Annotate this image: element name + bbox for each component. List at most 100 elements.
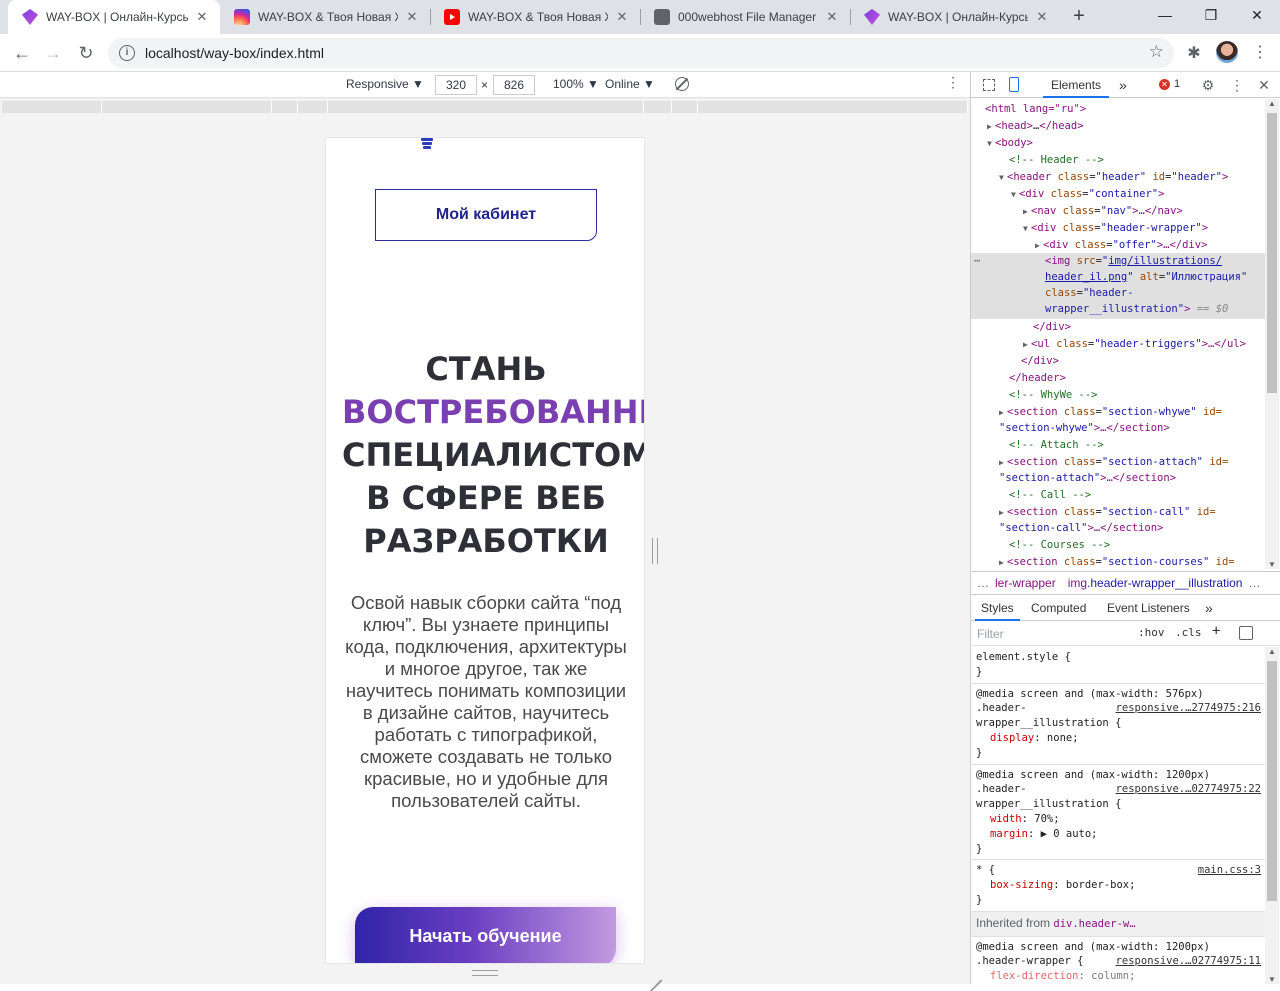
styles-filter-input[interactable]: Filter — [975, 625, 1127, 643]
dom-node[interactable]: ▼ <div class="header-wrapper"> — [971, 220, 1267, 238]
breadcrumb-item[interactable]: ler-wrapper — [995, 576, 1056, 590]
dom-node[interactable]: ▶ <section class="section-courses" id= — [971, 554, 1267, 569]
responsive-dropdown[interactable]: Responsive ▼ — [346, 77, 424, 91]
ruler-segment[interactable] — [102, 101, 272, 113]
tab-elements[interactable]: Elements — [1043, 72, 1110, 98]
more-options-icon[interactable]: ⋮ — [946, 74, 960, 91]
close-icon[interactable]: ✕ — [1034, 9, 1050, 25]
dom-node[interactable]: ▼ <header class="header" id="header"> — [971, 169, 1267, 187]
style-source-link[interactable]: responsive.…02774975:11 — [1116, 954, 1261, 969]
window-close-icon[interactable]: ✕ — [1234, 0, 1280, 30]
dom-node-continued[interactable]: "section-call">…</section> — [971, 520, 1267, 537]
device-toggle-icon[interactable] — [1009, 77, 1019, 92]
resize-handle-right[interactable] — [652, 538, 658, 564]
style-rule[interactable]: @media screen and (max-width: 1200px) .h… — [971, 765, 1265, 861]
address-bar[interactable]: i localhost/way-box/index.html ☆ — [108, 38, 1174, 68]
devtools-menu-icon[interactable]: ⋮ — [1228, 76, 1246, 94]
reload-icon[interactable]: ↻ — [73, 40, 99, 66]
ruler-segment[interactable] — [298, 101, 328, 113]
tab-computed[interactable]: Computed — [1025, 595, 1092, 621]
tab-waybox-2[interactable]: WAY-BOX | Онлайн-Курсы ✕ — [850, 0, 1060, 34]
new-rule-icon[interactable]: + — [1212, 623, 1220, 639]
scroll-up-icon[interactable]: ▲ — [1268, 647, 1276, 656]
dom-comment[interactable]: <!-- WhyWe --> — [971, 387, 1267, 404]
more-dots-icon[interactable]: ⋯ — [974, 253, 980, 270]
close-icon[interactable]: ✕ — [614, 9, 630, 25]
cabinet-button[interactable]: Мой кабинет — [375, 189, 597, 241]
style-rule[interactable]: @media screen and (max-width: 576px) .he… — [971, 684, 1265, 765]
settings-gear-icon[interactable]: ⚙ — [1199, 76, 1217, 94]
close-icon[interactable]: ✕ — [404, 9, 420, 25]
toggle-sidebar-icon[interactable] — [1239, 626, 1253, 640]
scroll-down-icon[interactable]: ▼ — [1268, 975, 1276, 984]
resize-handle-corner[interactable] — [648, 966, 662, 980]
tab-event-listeners[interactable]: Event Listeners — [1101, 595, 1196, 621]
dom-node[interactable]: ▶ <ul class="header-triggers">…</ul> — [971, 336, 1267, 354]
ruler-segment[interactable] — [698, 101, 968, 113]
class-toggle[interactable]: .cls — [1175, 626, 1202, 639]
style-source-link[interactable]: responsive.…02774975:22 — [1116, 782, 1261, 797]
dom-node[interactable]: </header> — [971, 370, 1267, 387]
style-rule[interactable]: @media screen and (max-width: 1200px) .h… — [971, 937, 1265, 984]
hover-toggle[interactable]: :hov — [1138, 626, 1165, 639]
style-source-link[interactable]: main.css:3 — [1198, 863, 1261, 878]
more-panes-icon[interactable]: » — [1199, 595, 1219, 621]
inspect-element-icon[interactable] — [983, 79, 995, 91]
tab-file-manager[interactable]: 000webhost File Manager ✕ — [640, 0, 850, 34]
restore-icon[interactable]: ❐ — [1188, 0, 1234, 30]
dom-node-selected[interactable]: ⋯ <img src="img/illustrations/ header_il… — [971, 253, 1267, 319]
resize-handle-bottom[interactable] — [472, 970, 498, 976]
dom-node[interactable]: <html lang="ru"> — [971, 101, 1267, 118]
height-input[interactable]: 826 — [493, 75, 535, 95]
dom-comment[interactable]: <!-- Attach --> — [971, 437, 1267, 454]
dom-node[interactable]: ▶ <head>…</head> — [971, 118, 1267, 136]
tab-styles[interactable]: Styles — [975, 595, 1020, 621]
url-text[interactable]: localhost/way-box/index.html — [145, 45, 324, 61]
breadcrumb-ellipsis[interactable]: … — [977, 576, 989, 590]
dom-node-continued[interactable]: "section-whywe">…</section> — [971, 420, 1267, 437]
dom-node[interactable]: ▶ <nav class="nav">…</nav> — [971, 203, 1267, 221]
minimize-icon[interactable]: — — [1142, 0, 1188, 30]
dom-node[interactable]: ▼ <body> — [971, 135, 1267, 153]
ruler-segment[interactable] — [328, 101, 644, 113]
inherited-element-link[interactable]: div.header-w… — [1053, 918, 1135, 930]
profile-avatar[interactable] — [1216, 41, 1238, 63]
ruler-segment[interactable] — [272, 101, 298, 113]
forward-icon[interactable]: → — [40, 40, 66, 66]
style-rule-element[interactable]: element.style { } — [971, 647, 1265, 684]
ruler-segment[interactable] — [2, 101, 102, 113]
scroll-down-icon[interactable]: ▼ — [1268, 560, 1276, 569]
dom-comment[interactable]: <!-- Call --> — [971, 487, 1267, 504]
style-source-link[interactable]: responsive.…2774975:216 — [1116, 701, 1261, 716]
extensions-puzzle-icon[interactable]: ✱ — [1184, 43, 1204, 63]
dom-scrollbar[interactable]: ▲ ▼ — [1265, 99, 1279, 569]
rotate-disabled-icon[interactable] — [675, 77, 689, 91]
breadcrumb-more[interactable]: … — [1248, 576, 1260, 590]
tab-instagram[interactable]: WAY-BOX & Твоя Новая Ж ✕ — [220, 0, 430, 34]
dom-node[interactable]: </div> — [971, 353, 1267, 370]
info-icon[interactable]: i — [119, 45, 135, 61]
error-badge[interactable]: ✕ 1 — [1159, 78, 1180, 90]
dom-comment[interactable]: <!-- Header --> — [971, 152, 1267, 169]
tab-waybox-active[interactable]: WAY-BOX | Онлайн-Курсы ✕ — [8, 0, 220, 34]
new-tab-button[interactable]: + — [1068, 5, 1090, 27]
scroll-up-icon[interactable]: ▲ — [1268, 99, 1276, 108]
bookmark-star-icon[interactable]: ☆ — [1149, 42, 1164, 62]
close-devtools-icon[interactable]: ✕ — [1255, 76, 1273, 94]
scrollbar-thumb[interactable] — [1267, 113, 1277, 393]
breadcrumb-item-selected[interactable]: img.header-wrapper__illustration — [1068, 576, 1243, 590]
tab-youtube[interactable]: WAY-BOX & Твоя Новая Ж ✕ — [430, 0, 640, 34]
style-rule[interactable]: * {main.css:3 box-sizing: border-box; } — [971, 860, 1265, 912]
browser-menu-icon[interactable]: ⋮ — [1252, 42, 1268, 64]
dom-node[interactable]: </div> — [971, 319, 1267, 336]
back-icon[interactable]: ← — [9, 40, 35, 66]
more-tabs-icon[interactable]: » — [1111, 72, 1135, 98]
dom-node-continued[interactable]: "section-attach">…</section> — [971, 470, 1267, 487]
ruler-segment[interactable] — [644, 101, 672, 113]
close-icon[interactable]: ✕ — [824, 9, 840, 25]
ruler-segment[interactable] — [672, 101, 698, 113]
scrollbar-thumb[interactable] — [1267, 661, 1277, 901]
close-icon[interactable]: ✕ — [194, 9, 210, 25]
start-learning-button[interactable]: Начать обучение — [355, 907, 616, 963]
dom-node[interactable]: ▼ <div class="container"> — [971, 186, 1267, 204]
